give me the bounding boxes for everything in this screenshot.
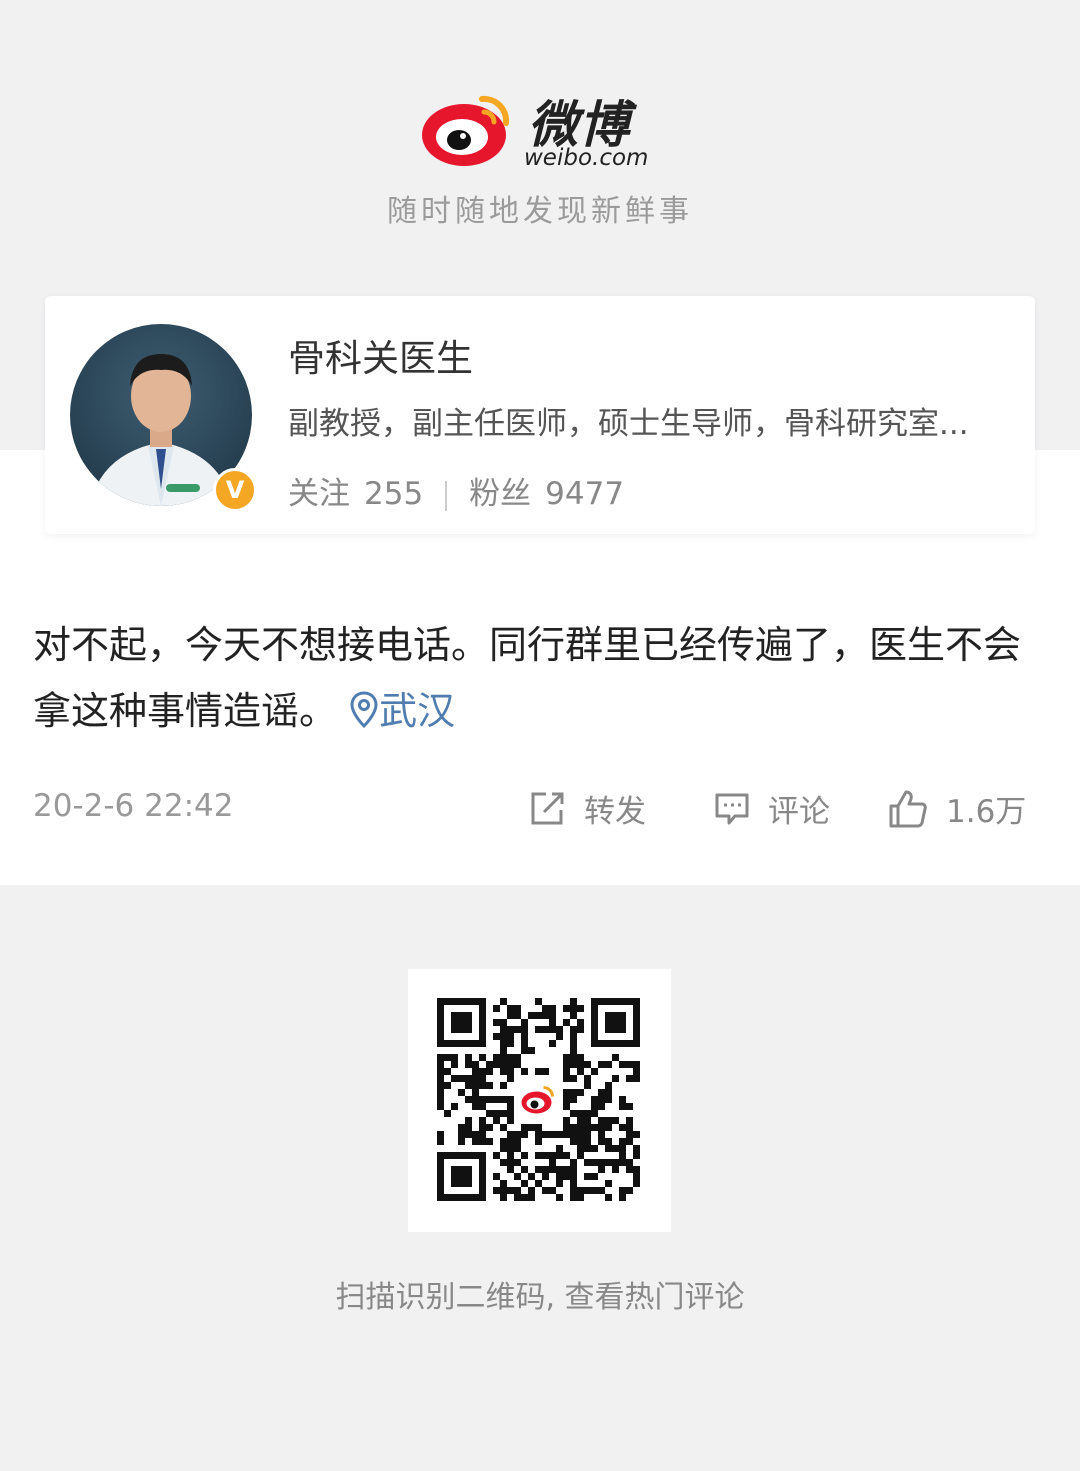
post-text-block: 对不起，今天不想接电话。同行群里已经传遍了，医生不会拿这种事情造谣。 武汉 bbox=[33, 612, 1053, 744]
weibo-logo: 微博 weibo.com bbox=[420, 85, 660, 175]
post-actions: 转发 评论 1.6万 bbox=[0, 786, 1080, 836]
location-text: 武汉 bbox=[379, 689, 456, 733]
comment-button[interactable]: 评论 bbox=[714, 786, 830, 831]
fans-label: 粉丝 bbox=[469, 476, 532, 512]
like-count: 1.6万 bbox=[946, 794, 1027, 830]
location-pin-icon bbox=[350, 691, 378, 729]
qr-code bbox=[408, 969, 671, 1232]
verified-badge-icon: V bbox=[213, 468, 257, 512]
weibo-eye-logo-icon bbox=[422, 95, 510, 166]
stats-divider bbox=[445, 480, 448, 511]
profile-name[interactable]: 骨科关医生 bbox=[288, 328, 473, 382]
follow-label: 关注 bbox=[288, 476, 350, 512]
qr-code-icon bbox=[437, 998, 640, 1201]
repost-button[interactable]: 转发 bbox=[528, 786, 646, 831]
slogan: 随时随地发现新鲜事 bbox=[387, 194, 693, 229]
thumbs-up-icon bbox=[889, 790, 927, 827]
location-link[interactable]: 武汉 bbox=[349, 689, 455, 733]
qr-caption: 扫描识别二维码, 查看热门评论 bbox=[335, 1280, 745, 1315]
profile-bio: 副教授，副主任医师，硕士生导师，骨科研究室... bbox=[288, 406, 969, 442]
profile-card[interactable]: V 骨科关医生 副教授，副主任医师，硕士生导师，骨科研究室... 关注 255 粉丝… bbox=[45, 296, 1035, 534]
logo-text-en: weibo.com bbox=[524, 145, 649, 171]
like-button[interactable]: 1.6万 bbox=[888, 786, 1026, 831]
comment-label: 评论 bbox=[768, 794, 830, 830]
post-text: 对不起，今天不想接电话。同行群里已经传遍了，医生不会拿这种事情造谣。 bbox=[33, 623, 1022, 733]
profile-stats: 关注 255 粉丝 9477 bbox=[288, 468, 624, 513]
repost-icon bbox=[531, 792, 564, 824]
follow-count: 255 bbox=[364, 476, 424, 512]
repost-label: 转发 bbox=[584, 794, 646, 830]
comment-icon bbox=[715, 793, 749, 824]
fans-count: 9477 bbox=[545, 476, 625, 512]
